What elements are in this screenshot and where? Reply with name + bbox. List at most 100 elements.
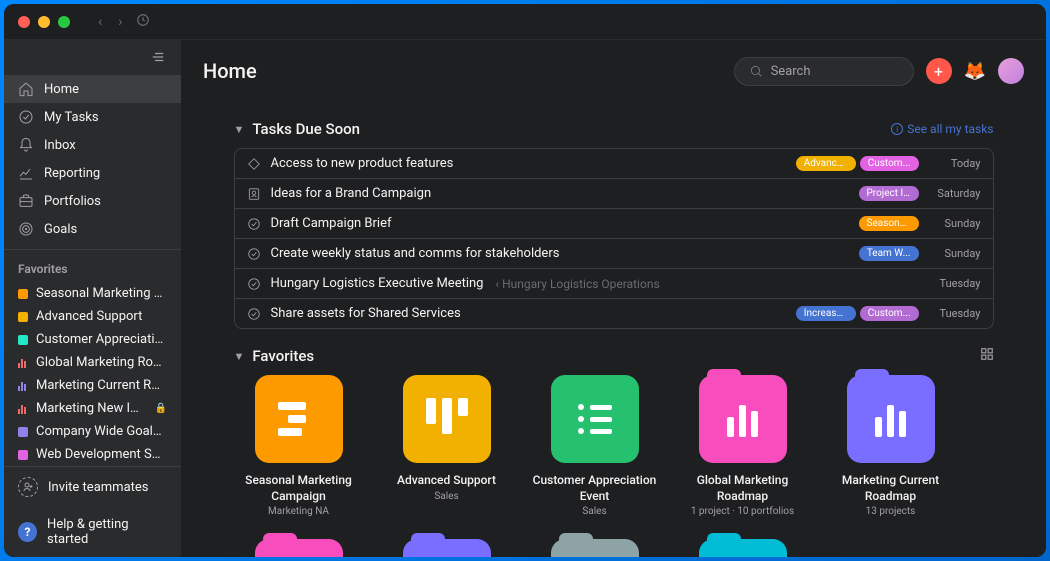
search-placeholder: Search xyxy=(771,64,811,79)
sidebar-favorite-item[interactable]: Marketing New Init... 🔒 xyxy=(4,397,181,420)
task-tag[interactable]: Project I... xyxy=(859,186,919,201)
sidebar-toggle-icon[interactable] xyxy=(4,40,181,69)
favorites-card-grid: Seasonal Marketing Campaign Marketing NA… xyxy=(234,375,994,517)
sidebar-favorite-item[interactable]: Advanced Support xyxy=(4,305,181,328)
sidebar-favorite-item[interactable]: Customer Appreciatio... xyxy=(4,328,181,351)
nav-item-portfolios[interactable]: Portfolios xyxy=(4,187,181,215)
nav-item-inbox[interactable]: Inbox xyxy=(4,131,181,159)
section-collapse-icon[interactable]: ▼ xyxy=(234,350,245,363)
favorite-card[interactable]: Customer Appreciation Event Sales xyxy=(530,375,660,517)
task-subtitle: ‹ Hungary Logistics Operations xyxy=(495,277,659,291)
task-row[interactable]: Access to new product features Advance..… xyxy=(235,149,993,179)
nav-item-reporting[interactable]: Reporting xyxy=(4,159,181,187)
tasks-section: ▼ Tasks Due Soon i See all my tasks Acce… xyxy=(234,120,994,329)
card-name: Marketing Current Roadmap xyxy=(826,473,956,504)
invite-teammates-button[interactable]: Invite teammates xyxy=(4,467,181,507)
tasks-section-title: Tasks Due Soon xyxy=(252,120,360,138)
favorite-label: Web Development Sp... xyxy=(36,447,167,462)
titlebar: ‹ › xyxy=(4,4,1046,40)
circle-icon[interactable] xyxy=(247,247,261,261)
task-row[interactable]: Share assets for Shared Services Increas… xyxy=(235,299,993,328)
card-tile xyxy=(403,539,491,557)
task-row[interactable]: Hungary Logistics Executive Meeting ‹ Hu… xyxy=(235,269,993,299)
approval-icon[interactable] xyxy=(247,187,261,201)
favorite-card[interactable] xyxy=(530,539,660,557)
task-date: Tuesday xyxy=(929,307,981,320)
nav-item-home[interactable]: Home xyxy=(4,75,181,103)
favorite-card[interactable]: Seasonal Marketing Campaign Marketing NA xyxy=(234,375,364,517)
task-tag[interactable]: Seasona... xyxy=(859,216,919,231)
card-name: Global Marketing Roadmap xyxy=(678,473,808,504)
sidebar-favorite-item[interactable]: Seasonal Marketing C... xyxy=(4,282,181,305)
card-subtitle: Sales xyxy=(582,506,606,517)
task-tags: Team W... xyxy=(859,246,919,261)
page-title: Home xyxy=(203,59,257,83)
history-nav: ‹ › xyxy=(98,14,122,30)
history-icon[interactable] xyxy=(136,13,150,31)
close-window-button[interactable] xyxy=(18,16,30,28)
task-tag[interactable]: Advance... xyxy=(796,156,856,171)
favorite-card[interactable] xyxy=(678,539,808,557)
search-input[interactable]: Search xyxy=(734,57,914,86)
upgrade-icon[interactable]: 🦊 xyxy=(964,61,986,82)
task-date: Sunday xyxy=(929,217,981,230)
circle-icon[interactable] xyxy=(247,307,261,321)
forward-button[interactable]: › xyxy=(118,14,122,30)
see-all-tasks-link[interactable]: i See all my tasks xyxy=(891,122,993,136)
task-row[interactable]: Draft Campaign Brief Seasona... Sunday xyxy=(235,209,993,239)
portfolio-icon xyxy=(18,358,28,368)
milestone-icon[interactable] xyxy=(247,157,261,171)
circle-icon[interactable] xyxy=(247,277,261,291)
help-button[interactable]: ? Help & getting started xyxy=(4,507,181,557)
lock-icon: 🔒 xyxy=(155,403,167,414)
favorite-card[interactable]: Global Marketing Roadmap 1 project · 10 … xyxy=(678,375,808,517)
task-tag[interactable]: Custom... xyxy=(860,306,919,321)
card-name: Customer Appreciation Event xyxy=(530,473,660,504)
maximize-window-button[interactable] xyxy=(58,16,70,28)
nav-list: Home My TasksInbox Reporting PortfoliosGoal… xyxy=(4,69,181,249)
add-button[interactable]: + xyxy=(926,58,952,84)
sidebar-favorite-item[interactable]: Web Development Sp... xyxy=(4,443,181,466)
card-tile xyxy=(403,375,491,463)
task-tags: Increase... Custom... xyxy=(796,306,919,321)
task-date: Saturday xyxy=(929,187,981,200)
favorite-label: Marketing New Init... xyxy=(36,401,143,416)
project-dot-icon xyxy=(18,335,28,345)
back-button[interactable]: ‹ xyxy=(98,14,102,30)
circle-icon[interactable] xyxy=(247,217,261,231)
task-tags: Seasona... xyxy=(859,216,919,231)
task-tags: Advance... Custom... xyxy=(796,156,919,171)
task-tag[interactable]: Custom... xyxy=(860,156,919,171)
favorite-card[interactable] xyxy=(234,539,364,557)
sidebar-favorite-item[interactable]: Company Wide Goals ... xyxy=(4,420,181,443)
home-icon xyxy=(18,81,34,97)
minimize-window-button[interactable] xyxy=(38,16,50,28)
favorite-card[interactable]: Marketing Current Roadmap 13 projects xyxy=(826,375,956,517)
favorites-section: ▼ Favorites Seasonal Marketing Campaign … xyxy=(234,347,994,557)
task-row[interactable]: Create weekly status and comms for stake… xyxy=(235,239,993,269)
task-row[interactable]: Ideas for a Brand Campaign Project I... … xyxy=(235,179,993,209)
grid-view-icon[interactable] xyxy=(980,347,994,365)
sidebar-favorites-header: Favorites xyxy=(4,249,181,282)
card-subtitle: 1 project · 10 portfolios xyxy=(691,506,794,517)
section-collapse-icon[interactable]: ▼ xyxy=(234,123,245,136)
task-date: Today xyxy=(929,157,981,170)
help-icon: ? xyxy=(18,522,37,542)
favorite-label: Global Marketing Roa... xyxy=(36,355,167,370)
nav-item-goals[interactable]: Goals xyxy=(4,215,181,243)
sidebar-favorite-item[interactable]: Global Marketing Roa... xyxy=(4,351,181,374)
nav-label: Reporting xyxy=(44,166,100,181)
favorite-card[interactable]: Advanced Support Sales xyxy=(382,375,512,517)
help-label: Help & getting started xyxy=(47,517,167,547)
task-tag[interactable]: Team W... xyxy=(859,246,919,261)
task-title: Share assets for Shared Services xyxy=(271,306,461,321)
task-tags: Project I... xyxy=(859,186,919,201)
task-tag[interactable]: Increase... xyxy=(796,306,856,321)
avatar[interactable] xyxy=(998,58,1024,84)
nav-item-my-tasks[interactable]: My Tasks xyxy=(4,103,181,131)
target-icon xyxy=(18,221,34,237)
nav-label: Home xyxy=(44,82,79,97)
project-dot-icon xyxy=(18,450,28,460)
sidebar-favorite-item[interactable]: Marketing Current Ro... xyxy=(4,374,181,397)
favorite-card[interactable] xyxy=(382,539,512,557)
